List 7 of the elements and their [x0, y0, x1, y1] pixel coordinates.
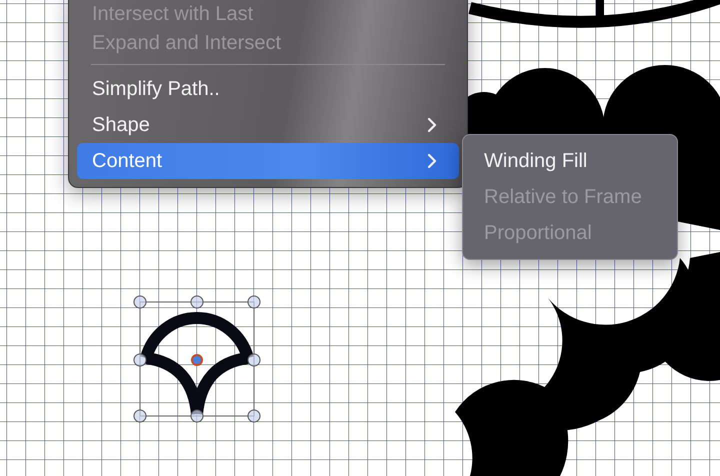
selected-shape-drawing[interactable] [134, 296, 260, 422]
menu-item[interactable]: Shape [77, 107, 459, 143]
chevron-right-icon [427, 117, 437, 133]
chevron-right-icon [427, 153, 437, 169]
menu-item[interactable]: Content [77, 143, 459, 179]
menu-item[interactable]: Winding Fill [463, 143, 677, 179]
menu-item[interactable]: Simplify Path.. [77, 71, 459, 107]
